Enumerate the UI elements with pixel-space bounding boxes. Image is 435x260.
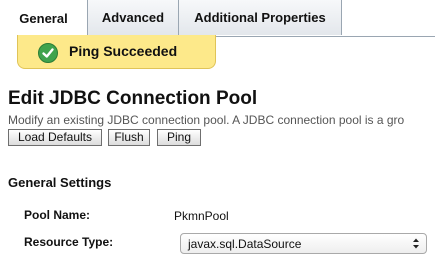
resource-type-label: Resource Type: bbox=[24, 235, 114, 249]
resource-type-selected-value: javax.sql.DataSource bbox=[188, 237, 302, 251]
page-title: Edit JDBC Connection Pool bbox=[8, 88, 258, 109]
tab-advanced[interactable]: Advanced bbox=[87, 0, 179, 35]
tab-general[interactable]: General bbox=[0, 0, 88, 37]
pool-name-value: PkmnPool bbox=[174, 209, 229, 223]
ping-button[interactable]: Ping bbox=[157, 129, 201, 146]
ping-success-alert: Ping Succeeded bbox=[17, 35, 216, 69]
pool-name-label: Pool Name: bbox=[24, 208, 91, 222]
general-settings-heading: General Settings bbox=[8, 175, 112, 190]
page-description: Modify an existing JDBC connection pool.… bbox=[8, 113, 405, 127]
resource-type-select[interactable]: javax.sql.DataSource bbox=[180, 233, 427, 254]
load-defaults-button[interactable]: Load Defaults bbox=[8, 129, 102, 146]
tab-bar: General Advanced Additional Properties bbox=[0, 0, 435, 37]
alert-message: Ping Succeeded bbox=[69, 43, 178, 59]
check-icon bbox=[38, 43, 58, 63]
flush-button[interactable]: Flush bbox=[108, 129, 150, 146]
updown-arrow-icon bbox=[413, 238, 419, 249]
tab-additional-properties[interactable]: Additional Properties bbox=[178, 0, 342, 35]
